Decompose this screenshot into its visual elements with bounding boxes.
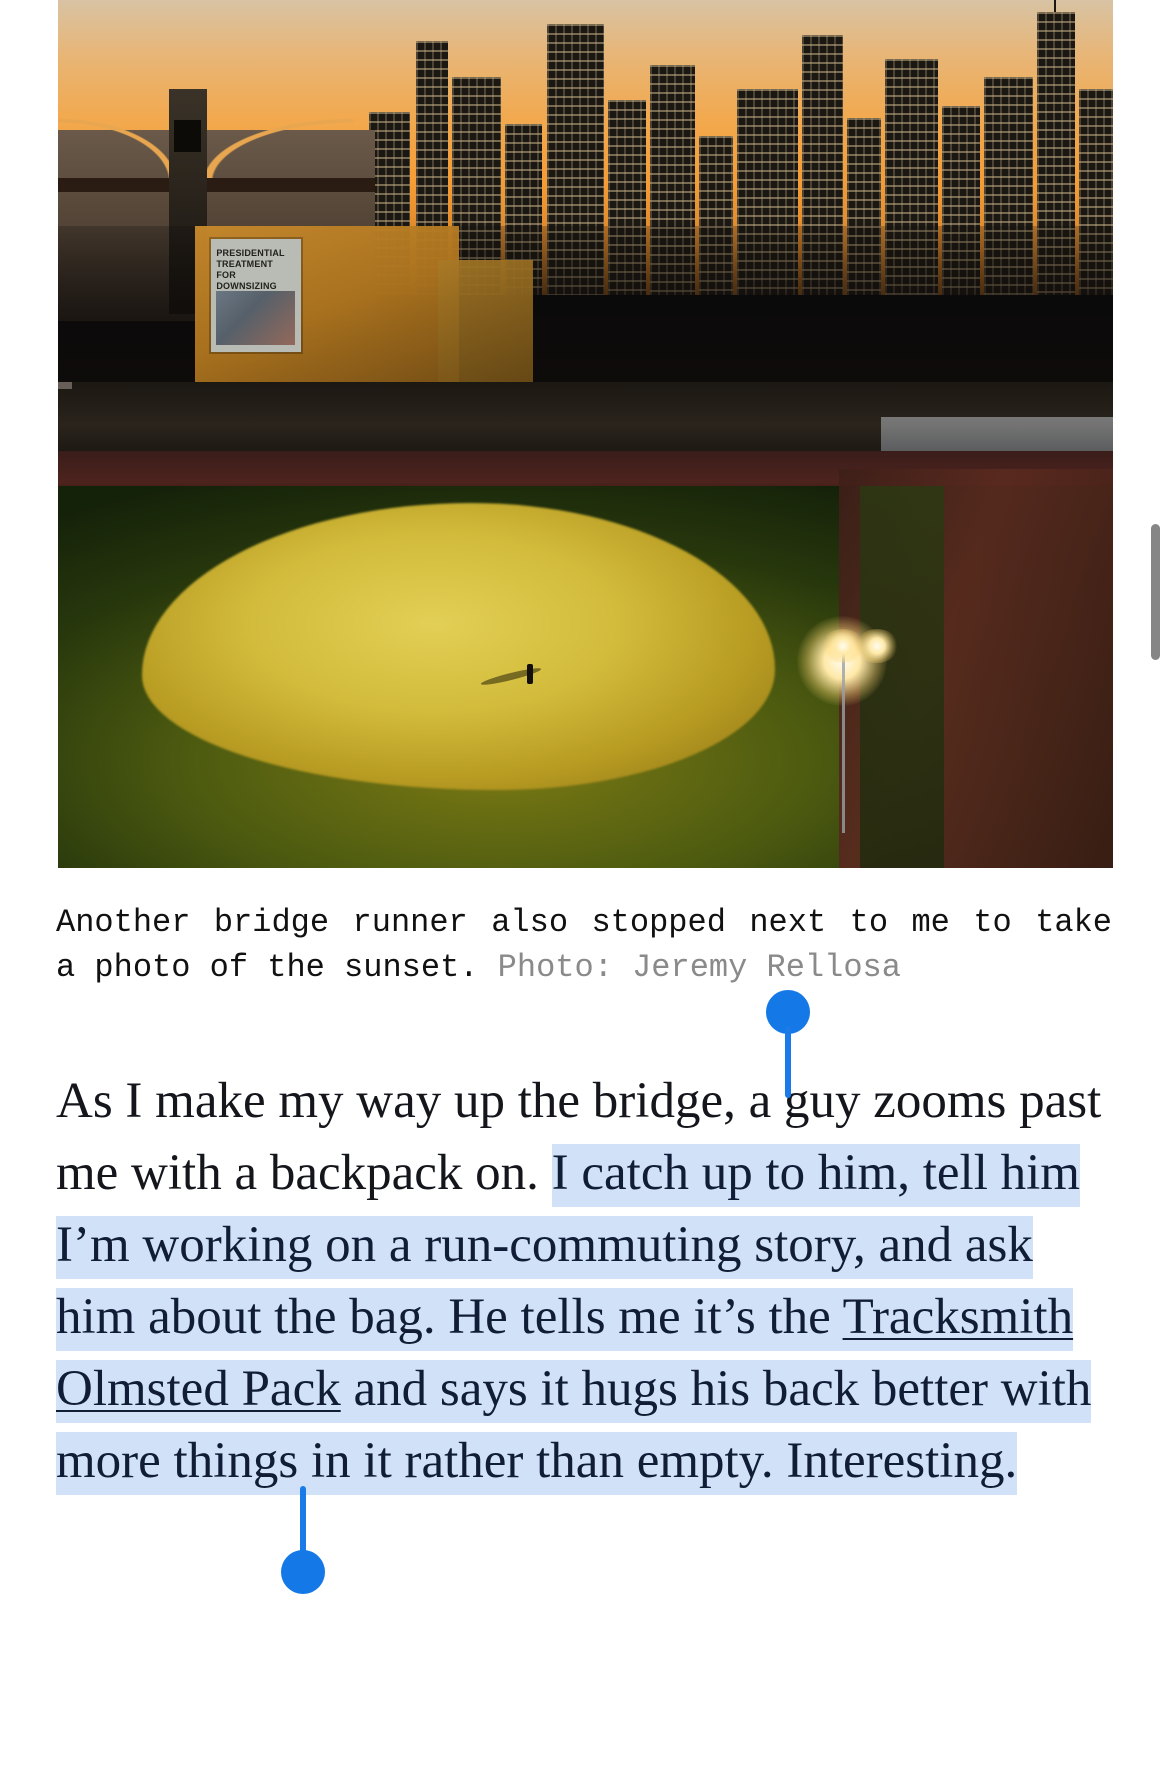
- floodlight-bulb-2: [854, 629, 899, 664]
- lit-building-secondary: [437, 260, 533, 400]
- billboard-text: PRESIDENTIAL TREATMENT FOR DOWNSIZING: [216, 247, 285, 291]
- light-pole: [841, 642, 845, 834]
- body-paragraph[interactable]: As I make my way up the bridge, a guy zo…: [56, 1065, 1116, 1497]
- vertical-scrollbar[interactable]: [1151, 524, 1160, 660]
- selection-end-handle-dot[interactable]: [281, 1550, 325, 1594]
- billboard-image: [216, 290, 296, 345]
- article-body[interactable]: As I make my way up the bridge, a guy zo…: [56, 1065, 1116, 1497]
- figure-caption: Another bridge runner also stopped next …: [56, 900, 1112, 990]
- photo-credit: Photo: Jeremy Rellosa: [497, 949, 901, 986]
- hero-photo: PRESIDENTIAL TREATMENT FOR DOWNSIZING: [58, 0, 1113, 868]
- article-view: PRESIDENTIAL TREATMENT FOR DOWNSIZING An…: [0, 0, 1170, 1786]
- bridge-deck: [58, 177, 375, 192]
- article-figure: PRESIDENTIAL TREATMENT FOR DOWNSIZING: [58, 0, 1113, 868]
- runner-figure: [527, 664, 534, 685]
- bridge-cable-left: [58, 95, 175, 183]
- bridge-cable-right: [205, 95, 354, 183]
- selection-start-handle-bar[interactable]: [785, 1026, 791, 1098]
- billboard: PRESIDENTIAL TREATMENT FOR DOWNSIZING: [210, 238, 301, 352]
- selection-end-handle-bar[interactable]: [300, 1486, 306, 1558]
